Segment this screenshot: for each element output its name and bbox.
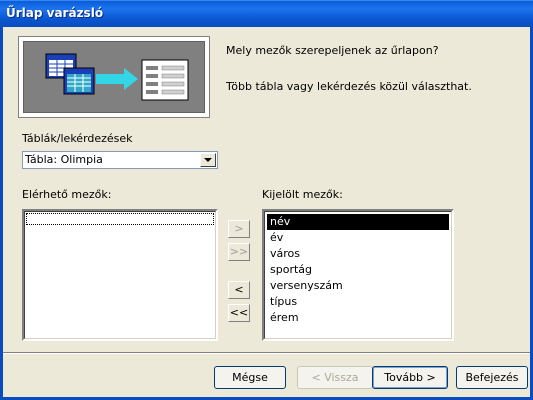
wizard-question: Mely mezők szerepeljenek az űrlapon? bbox=[226, 44, 439, 57]
wizard-hint: Több tábla vagy lekérdezés közül választ… bbox=[226, 80, 472, 93]
cancel-button[interactable]: Mégse bbox=[214, 366, 286, 389]
source-combo[interactable]: Tábla: Olimpia bbox=[22, 151, 218, 169]
remove-one-button[interactable]: < bbox=[228, 281, 250, 299]
illustration-panel bbox=[23, 41, 205, 113]
tables-to-form-illustration-icon bbox=[45, 53, 189, 101]
add-all-button[interactable]: >> bbox=[228, 243, 250, 261]
remove-all-button[interactable]: << bbox=[228, 304, 250, 322]
available-fields-list[interactable] bbox=[22, 209, 218, 341]
source-combo-value: Tábla: Olimpia bbox=[25, 153, 103, 166]
window-title: Űrlap varázsló bbox=[6, 6, 104, 20]
available-fields-label: Elérhető mezők: bbox=[22, 188, 112, 201]
list-item[interactable]: név bbox=[267, 214, 449, 230]
title-bar[interactable]: Űrlap varázsló bbox=[0, 0, 533, 27]
selected-fields-items: név év város sportág versenyszám típus érem bbox=[267, 214, 449, 326]
selected-fields-list[interactable]: név év város sportág versenyszám típus érem bbox=[262, 209, 454, 341]
footer-separator bbox=[3, 352, 530, 354]
list-item[interactable]: sportág bbox=[267, 262, 449, 278]
source-label: Táblák/lekérdezések bbox=[22, 132, 133, 145]
finish-button[interactable]: Befejezés bbox=[456, 366, 528, 389]
selected-fields-label: Kijelölt mezők: bbox=[262, 188, 343, 201]
combo-dropdown-arrow-icon[interactable] bbox=[200, 153, 216, 167]
focus-rectangle bbox=[26, 213, 214, 225]
add-one-button[interactable]: > bbox=[228, 220, 250, 238]
available-list-border bbox=[24, 211, 216, 339]
list-item[interactable]: város bbox=[267, 246, 449, 262]
list-item[interactable]: típus bbox=[267, 294, 449, 310]
list-item[interactable]: versenyszám bbox=[267, 278, 449, 294]
wizard-illustration bbox=[18, 36, 210, 118]
list-item[interactable]: érem bbox=[267, 310, 449, 326]
next-button[interactable]: Tovább > bbox=[372, 366, 448, 389]
list-item[interactable]: év bbox=[267, 230, 449, 246]
back-button[interactable]: < Vissza bbox=[297, 366, 373, 389]
